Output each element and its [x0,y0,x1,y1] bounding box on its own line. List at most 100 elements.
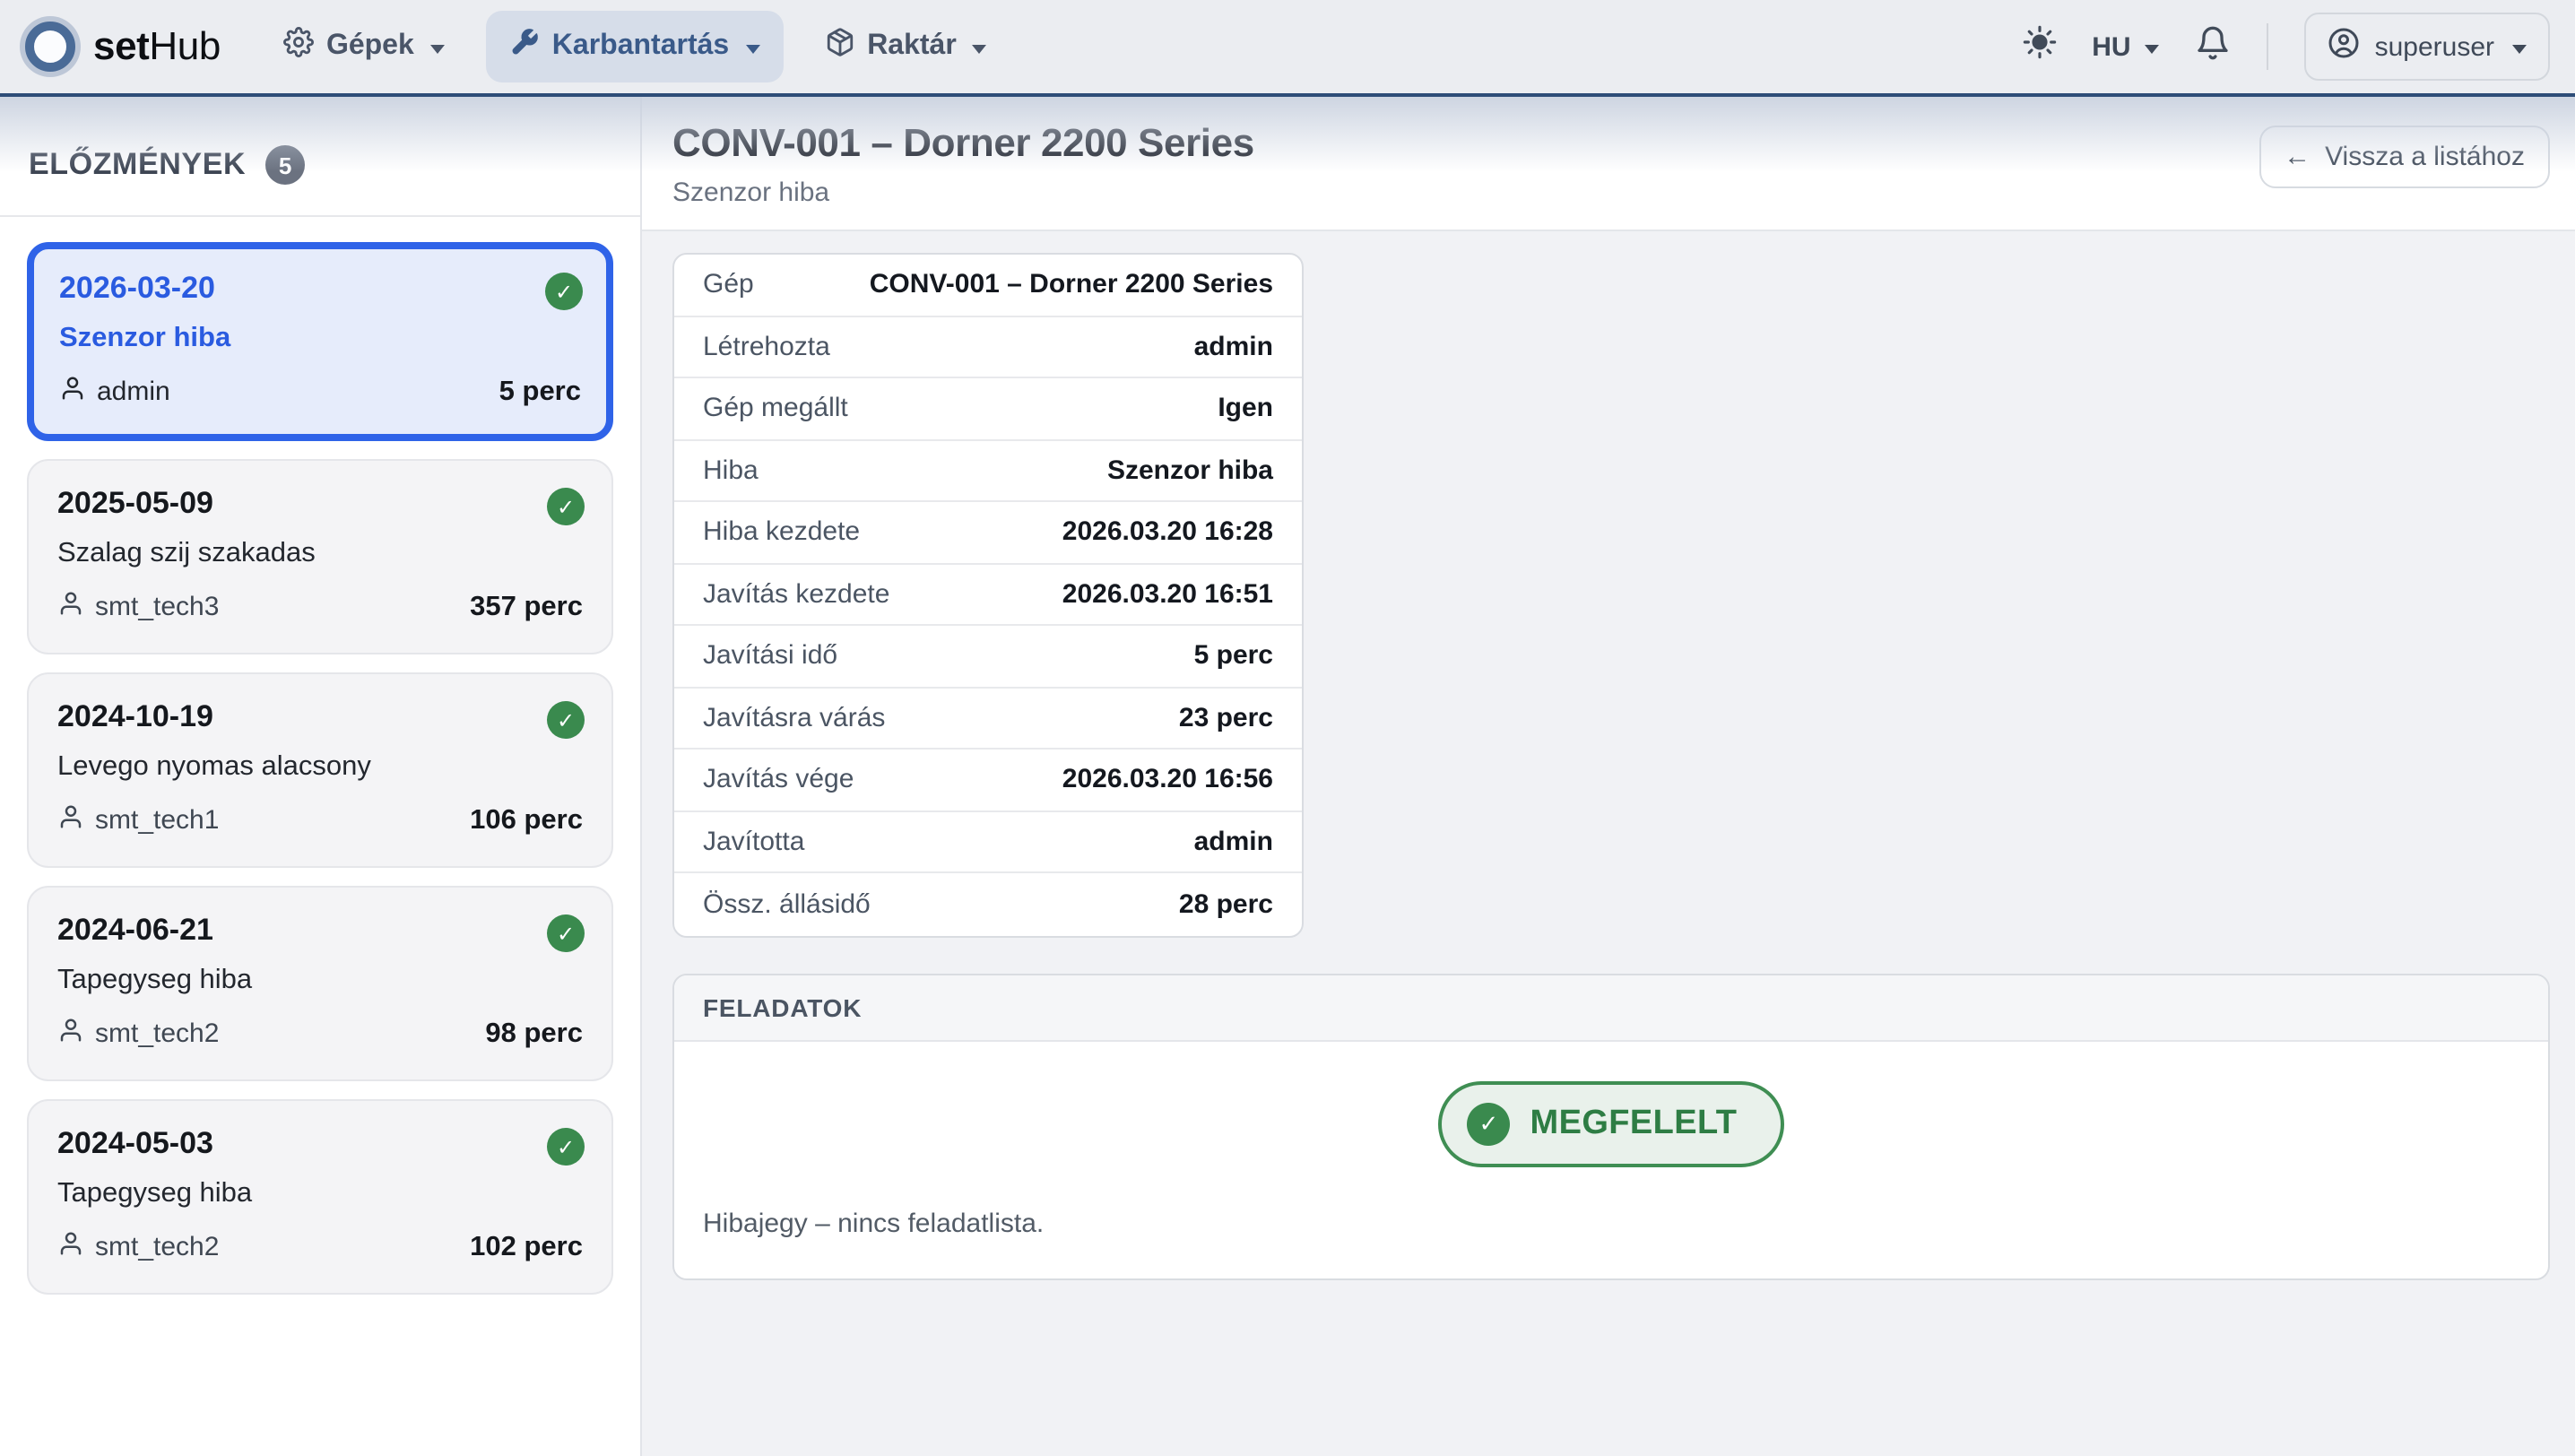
nav-item-karbantartas[interactable]: Karbantartás [486,11,783,82]
history-card[interactable]: 2024-10-19 Levego nyomas alacsony smt_te… [27,672,613,868]
language-code: HU [2092,31,2130,62]
chevron-down-icon [2146,44,2160,53]
technician: smt_tech3 [57,590,219,624]
status-badge-label: MEGFELELT [1530,1104,1738,1143]
brand-name-regular: Hub [149,23,221,68]
history-date: 2026-03-20 [59,271,581,307]
history-fault: Szalag szij szakadas [57,538,583,570]
history-sidebar: ELŐZMÉNYEK 5 2026-03-20 Szenzor hiba adm… [0,97,642,1456]
tasks-section: FELADATOK ✓ MEGFELELT Hibajegy – nincs f… [672,973,2550,1279]
repair-duration: 5 perc [499,376,581,408]
detail-value: admin [1194,332,1273,362]
repair-duration: 102 perc [470,1231,583,1263]
technician-name: smt_tech3 [95,592,219,622]
history-meta: smt_tech2 102 perc [57,1230,583,1264]
history-meta: admin 5 perc [59,375,581,409]
history-date: 2024-05-03 [57,1126,583,1162]
top-navbar: setHub Gépek Karbantartás [0,0,2575,97]
user-circle-icon [2328,27,2361,66]
check-circle-icon: ✓ [547,701,585,739]
back-to-list-button[interactable]: ← Vissza a listához [2259,126,2550,188]
detail-value: Igen [1218,394,1273,424]
detail-value: 23 perc [1179,703,1273,733]
detail-row-repair-start: Javítás kezdete 2026.03.20 16:51 [674,564,1302,626]
page-header: CONV-001 – Dorner 2200 Series Szenzor hi… [642,97,2575,231]
nav-item-label: Gépek [326,30,414,63]
brand-name-bold: set [93,23,149,68]
history-count-badge: 5 [265,145,305,185]
status-badge: ✓ MEGFELELT [1439,1080,1784,1166]
theme-toggle-button[interactable] [2022,25,2056,68]
notifications-button[interactable] [2196,24,2232,69]
detail-row-created-by: Létrehozta admin [674,316,1302,378]
detail-value: CONV-001 – Dorner 2200 Series [870,270,1273,300]
language-selector[interactable]: HU [2092,31,2159,62]
main-nav: Gépek Karbantartás Raktár [260,11,1010,82]
chevron-down-icon [745,44,759,53]
detail-value: 2026.03.20 16:51 [1062,579,1273,610]
check-circle-icon: ✓ [1468,1102,1511,1145]
history-date: 2024-06-21 [57,913,583,949]
chevron-down-icon [2512,44,2527,53]
page-subtitle: Szenzor hiba [672,178,1254,208]
content-area: ELŐZMÉNYEK 5 2026-03-20 Szenzor hiba adm… [0,97,2575,1456]
detail-value: Szenzor hiba [1107,455,1273,486]
main-panel: CONV-001 – Dorner 2200 Series Szenzor hi… [642,97,2575,1456]
ticket-details-table: Gép CONV-001 – Dorner 2200 Series Létreh… [672,253,1304,937]
wrench-icon [509,27,540,66]
history-meta: smt_tech3 357 perc [57,590,583,624]
repair-duration: 98 perc [485,1018,583,1050]
user-menu-button[interactable]: superuser [2305,13,2550,81]
technician: smt_tech1 [57,803,219,837]
navbar-divider [2267,23,2269,70]
detail-row-total-downtime: Össz. állásidő 28 perc [674,873,1302,935]
detail-label: Gép [703,270,754,300]
check-circle-icon: ✓ [547,914,585,952]
history-fault: Tapegyseg hiba [57,965,583,997]
repair-duration: 106 perc [470,804,583,836]
detail-label: Gép megállt [703,394,848,424]
detail-row-wait-time: Javításra várás 23 perc [674,688,1302,750]
detail-row-fault-start: Hiba kezdete 2026.03.20 16:28 [674,502,1302,564]
history-card[interactable]: 2024-06-21 Tapegyseg hiba smt_tech2 98 p… [27,886,613,1081]
nav-item-raktar[interactable]: Raktár [801,11,1010,82]
detail-row-repaired-by: Javította admin [674,811,1302,873]
detail-value: 2026.03.20 16:56 [1062,765,1273,795]
logo-circle-icon [25,22,75,72]
history-date: 2024-10-19 [57,699,583,735]
brand-logo[interactable]: setHub [25,22,221,72]
technician: admin [59,375,170,409]
detail-label: Javította [703,827,804,857]
person-icon [57,803,84,837]
back-button-label: Vissza a listához [2325,142,2525,172]
package-icon [824,27,854,66]
detail-label: Javítási idő [703,641,837,672]
tasks-section-title: FELADATOK [674,975,2548,1041]
history-card[interactable]: 2025-05-09 Szalag szij szakadas smt_tech… [27,459,613,654]
sidebar-title: ELŐZMÉNYEK [29,147,246,183]
tasks-empty-note: Hibajegy – nincs feladatlista. [703,1208,2519,1238]
history-fault: Szenzor hiba [59,323,581,355]
technician: smt_tech2 [57,1230,219,1264]
nav-item-gepek[interactable]: Gépek [260,11,468,82]
check-circle-icon: ✓ [547,488,585,525]
sun-icon [2022,25,2056,68]
detail-label: Javítás vége [703,765,854,795]
tasks-section-body: ✓ MEGFELELT Hibajegy – nincs feladatlist… [674,1041,2548,1278]
history-card-selected[interactable]: 2026-03-20 Szenzor hiba admin 5 perc ✓ [27,242,613,441]
person-icon [57,1230,84,1264]
page-title: CONV-001 – Dorner 2200 Series [672,120,1254,167]
detail-label: Hiba kezdete [703,517,860,548]
history-date: 2025-05-09 [57,486,583,522]
history-fault: Tapegyseg hiba [57,1178,583,1210]
repair-duration: 357 perc [470,591,583,623]
detail-label: Hiba [703,455,759,486]
page-header-text: CONV-001 – Dorner 2200 Series Szenzor hi… [672,120,1254,208]
detail-value: admin [1194,827,1273,857]
detail-label: Össz. állásidő [703,889,871,920]
history-card[interactable]: 2024-05-03 Tapegyseg hiba smt_tech2 102 … [27,1099,613,1295]
user-name: superuser [2375,31,2494,62]
detail-value: 28 perc [1179,889,1273,920]
detail-row-fault: Hiba Szenzor hiba [674,440,1302,502]
detail-row-machine-stopped: Gép megállt Igen [674,378,1302,440]
